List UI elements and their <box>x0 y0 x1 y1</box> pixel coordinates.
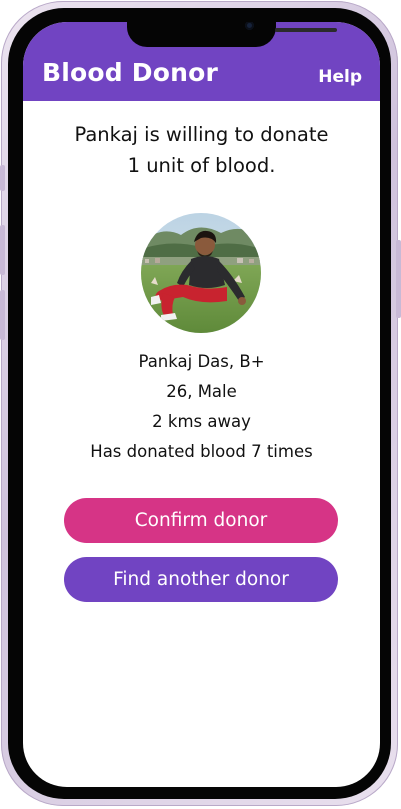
phone-volume-down-button <box>0 290 5 340</box>
donor-details: Pankaj Das, B+ 26, Male 2 kms away Has d… <box>23 347 380 467</box>
headline-line-1: Pankaj is willing to donate <box>74 123 329 146</box>
phone-action-button <box>0 165 5 191</box>
phone-screen: Blood Donor Help Pankaj is willing to do… <box>23 22 380 787</box>
phone-volume-up-button <box>0 225 5 275</box>
help-link[interactable]: Help <box>318 67 362 87</box>
donor-name-blood-group: Pankaj Das, B+ <box>138 352 265 371</box>
donor-distance: 2 kms away <box>152 412 251 431</box>
camera-notch <box>127 22 337 47</box>
earpiece-speaker <box>275 28 337 32</box>
donor-willingness-message: Pankaj is willing to donate 1 unit of bl… <box>23 119 380 181</box>
phone-power-button <box>396 240 401 318</box>
donor-donation-count: Has donated blood 7 times <box>90 442 313 461</box>
front-camera-icon <box>245 22 254 30</box>
donor-age-gender: 26, Male <box>166 382 237 401</box>
donor-photo-icon <box>141 213 261 333</box>
donor-avatar <box>141 213 261 333</box>
find-another-donor-button[interactable]: Find another donor <box>64 557 338 602</box>
app-title: Blood Donor <box>42 58 219 87</box>
headline-line-2: 1 unit of blood. <box>127 154 276 177</box>
confirm-donor-button[interactable]: Confirm donor <box>64 498 338 543</box>
